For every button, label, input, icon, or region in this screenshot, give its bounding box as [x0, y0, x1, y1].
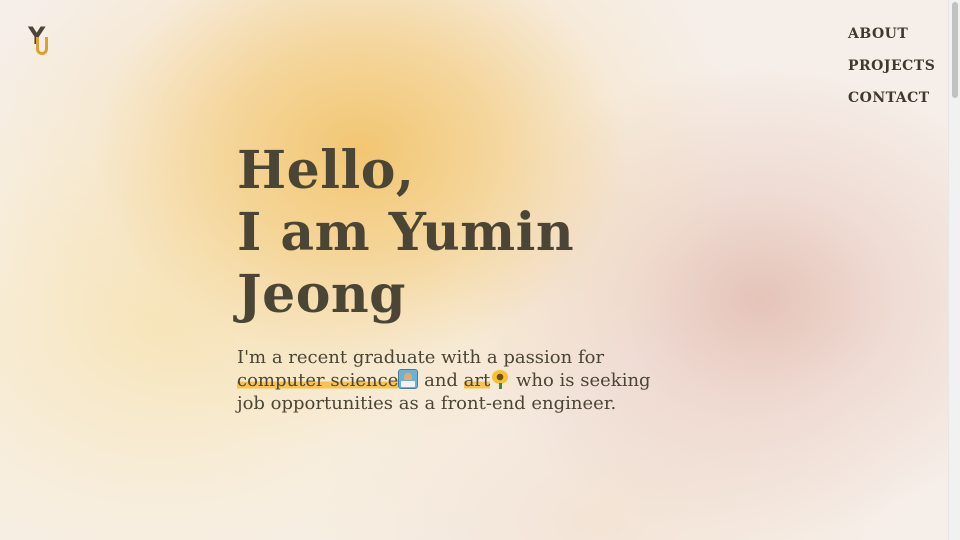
intro-paragraph: I'm a recent graduate with a passion for… [237, 346, 667, 415]
hero-line-1: Hello, [237, 140, 415, 201]
nav-link-contact[interactable]: CONTACT [848, 90, 935, 106]
hero-heading: Hello, I am Yumin Jeong [237, 140, 574, 326]
intro-text-2: and [418, 370, 464, 391]
hero-line-2: I am Yumin [237, 202, 575, 263]
intro-text-1: I'm a recent graduate with a passion for [237, 347, 605, 368]
nav-link-about[interactable]: ABOUT [848, 26, 935, 42]
sunflower-emoji-icon [490, 369, 510, 389]
highlight-computer-science: computer science [237, 370, 399, 391]
highlight-art: art [463, 370, 491, 391]
scrollbar-thumb[interactable] [952, 2, 958, 98]
scrollbar[interactable] [948, 0, 960, 540]
logo[interactable]: Y [28, 24, 54, 60]
main-nav: ABOUT PROJECTS CONTACT [848, 26, 935, 122]
hero-line-3: Jeong [237, 264, 407, 325]
nav-link-projects[interactable]: PROJECTS [848, 58, 935, 74]
technologist-emoji-icon [398, 369, 419, 389]
logo-letter-u [36, 37, 48, 55]
